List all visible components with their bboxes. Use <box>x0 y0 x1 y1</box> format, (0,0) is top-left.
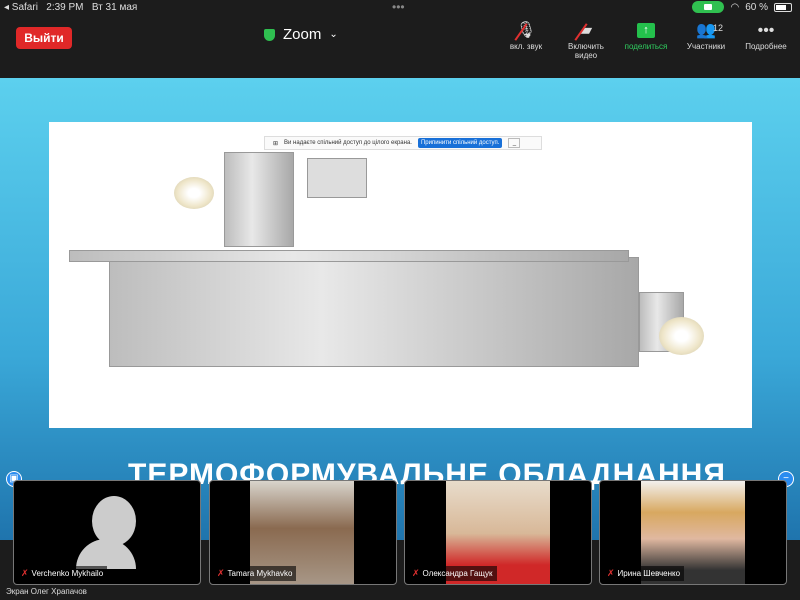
mic-muted-icon: ✗ <box>607 568 615 578</box>
toolbar: 🎙 вкл. звук ▰ Включить видео ↑ поделиться 👥… <box>496 20 796 60</box>
meeting-title: Zoom <box>283 26 322 43</box>
control-panel <box>307 158 367 198</box>
share-button[interactable]: ↑ поделиться <box>616 20 676 60</box>
battery-icon <box>774 2 792 12</box>
mic-muted-icon: ✗ <box>21 568 29 578</box>
status-bar: ◂ Safari 2:39 PM Вт 31 мая ••• ◠ 60 % <box>0 0 800 16</box>
screen-share-bar: ⊞ Ви надаєте спільний доступ до цілого е… <box>264 136 542 150</box>
machine-body <box>109 257 639 367</box>
back-to-safari[interactable]: ◂ Safari <box>4 2 38 13</box>
start-video-button[interactable]: ▰ Включить видео <box>556 20 616 60</box>
mic-muted-icon: ✗ <box>412 568 420 578</box>
participant-tile[interactable]: ✗ Олександра Гащук <box>404 480 592 585</box>
participant-tile[interactable]: ✗ Tamara Mykhavko <box>209 480 397 585</box>
camera-indicator-icon <box>692 1 725 13</box>
battery-percent: 60 % <box>745 1 768 13</box>
unmute-button[interactable]: 🎙 вкл. звук <box>496 20 556 60</box>
participant-tile[interactable]: ✗ Verchenko Mykhailo <box>13 480 201 585</box>
screen-share-label: Экран Олег Храпачов <box>6 587 87 596</box>
time: 2:39 PM <box>46 2 84 13</box>
shield-icon <box>264 28 275 41</box>
date: Вт 31 мая <box>91 2 138 13</box>
participant-tile[interactable]: ✗ Ирина Шевченко <box>599 480 787 585</box>
more-button[interactable]: ••• Подробнее <box>736 20 796 60</box>
machine-image <box>49 122 752 428</box>
more-icon: ••• <box>757 22 775 39</box>
stop-sharing-button[interactable]: Припинити спільний доступ. <box>417 138 503 148</box>
wifi-icon: ◠ <box>730 1 740 13</box>
share-icon: ↑ <box>637 23 655 39</box>
leave-button[interactable]: Выйти <box>16 27 72 49</box>
participant-count: 12 <box>713 23 724 33</box>
minimize-button[interactable]: _ <box>508 138 521 148</box>
film-roll <box>174 177 214 209</box>
share-screen-icon: ⊞ <box>273 140 279 147</box>
mic-muted-icon: ✗ <box>217 568 225 578</box>
avatar-icon <box>92 496 136 546</box>
participants-button[interactable]: 👥 12 Участники <box>676 20 736 60</box>
chevron-down-icon: ⌄ <box>329 29 338 40</box>
film-roll <box>659 317 704 355</box>
multitask-dots-icon[interactable]: ••• <box>392 0 405 14</box>
meeting-info-button[interactable]: Zoom ⌄ <box>264 26 338 43</box>
